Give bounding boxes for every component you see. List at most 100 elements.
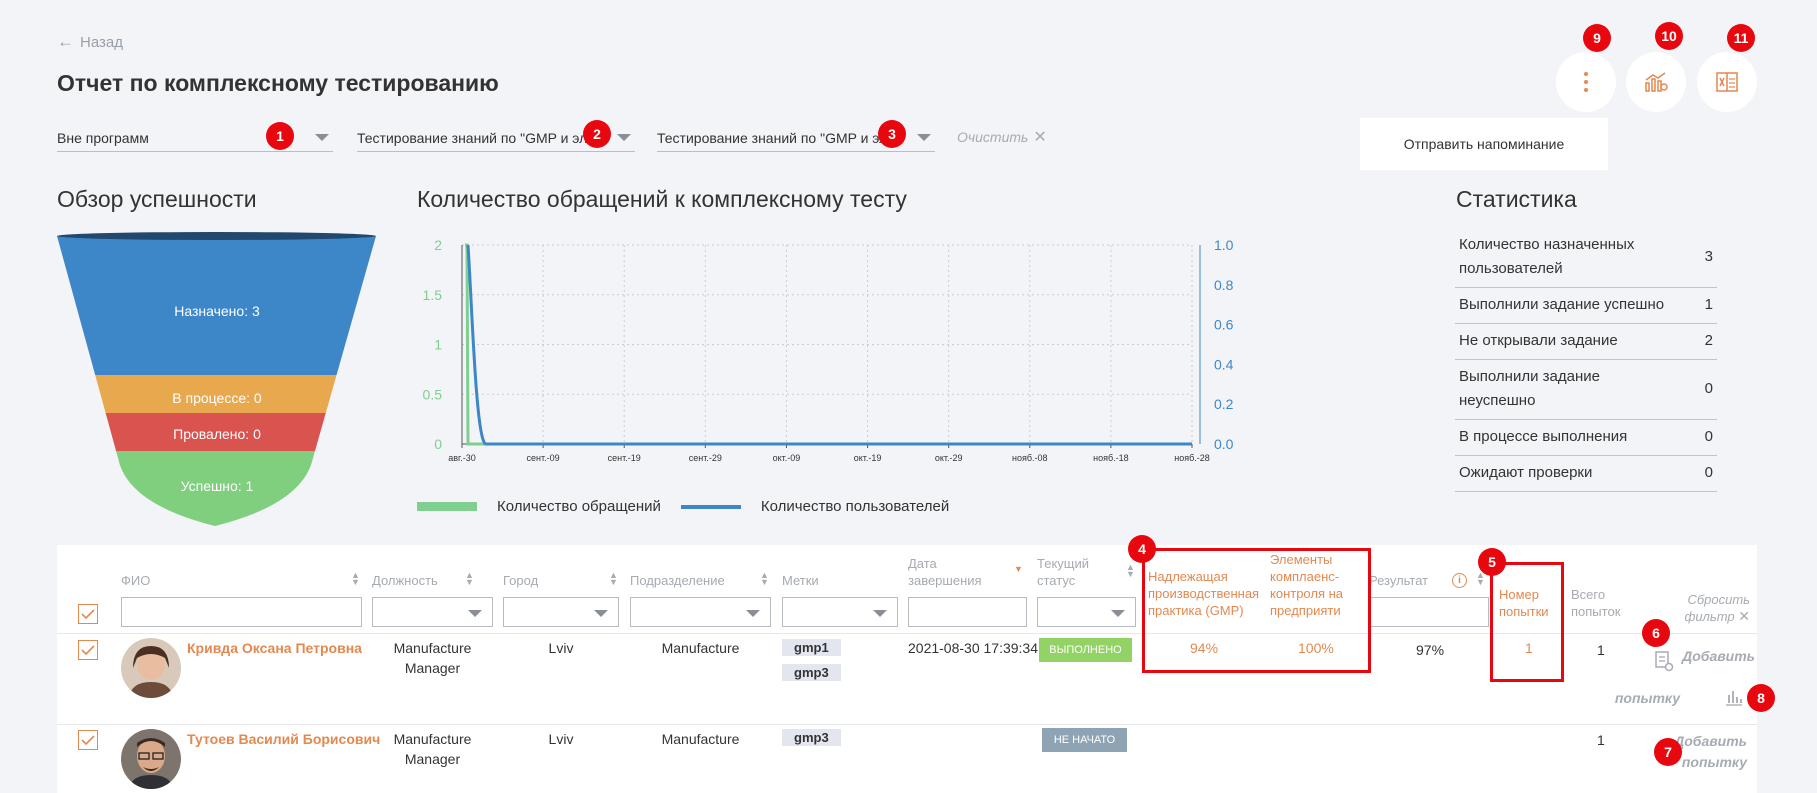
success-funnel: Назначено: 3 В процессе: 0 Провалено: 0 … [57, 232, 376, 526]
tags-filter-select[interactable] [782, 597, 898, 627]
end-date-cell: 2021-08-30 17:39:34 [908, 640, 1038, 656]
department-cell: Manufacture [661, 640, 740, 656]
status-badge: НЕ НАЧАТО [1042, 728, 1127, 752]
funnel-title: Обзор успешности [57, 186, 257, 212]
column-header-result[interactable]: Результат [1369, 572, 1428, 589]
stat-value: 0 [1704, 380, 1713, 397]
chevron-down-icon [315, 134, 329, 141]
row-checkbox[interactable] [78, 730, 98, 750]
header-line: Текущий [1037, 556, 1089, 571]
legend-swatch-users [680, 504, 741, 509]
sort-icon[interactable]: ▲ ▼ [1126, 563, 1135, 579]
sort-icon[interactable]: ▲ ▼ [609, 571, 618, 587]
tag-badge: gmp3 [782, 729, 841, 746]
excel-export-button[interactable] [1697, 52, 1757, 112]
stat-value: 2 [1704, 332, 1713, 349]
chevron-down-icon [1111, 610, 1125, 617]
department-filter-select[interactable] [630, 597, 771, 627]
chevron-down-icon [468, 610, 482, 617]
x-tick-label: сент.-19 [608, 453, 641, 463]
city-filter-select[interactable] [503, 597, 619, 627]
course-filter-value: Тестирование знаний по "GMP и эл [357, 129, 588, 146]
y-right-tick-label: 1.0 [1214, 237, 1234, 253]
annotation-marker: 7 [1654, 738, 1682, 766]
statistics-table: Количество назначенных пользователей 3 Вы… [1455, 228, 1717, 492]
column-header-position[interactable]: Должность [372, 572, 438, 589]
annotation-marker: 1 [266, 122, 294, 150]
column-header-fio[interactable]: ФИО [121, 572, 150, 589]
sort-desc-icon[interactable]: ▼ [1014, 565, 1023, 574]
x-tick-label: окт.-09 [773, 453, 801, 463]
y-left-tick-label: 2 [434, 237, 442, 253]
reset-filter-button[interactable]: Сбросить фильтр ✕ [1670, 591, 1750, 625]
column-header-city[interactable]: Город [503, 572, 538, 589]
stat-row: Выполнили задание успешно 1 [1455, 288, 1717, 324]
stat-value: 0 [1704, 428, 1713, 445]
stat-value: 3 [1704, 248, 1713, 265]
analytics-icon [1645, 72, 1668, 92]
chevron-down-icon [617, 134, 631, 141]
add-attempt-button-line[interactable]: попытку [1600, 688, 1680, 709]
clear-label: Очистить [957, 129, 1029, 145]
y-right-tick-label: 0.2 [1214, 396, 1234, 412]
y-left-tick-label: 1 [434, 337, 442, 353]
sort-icon[interactable]: ▲ ▼ [351, 571, 360, 587]
sort-icon[interactable]: ▲ ▼ [1476, 571, 1485, 587]
x-tick-label: окт.-29 [935, 453, 963, 463]
stat-row: Ожидают проверки 0 [1455, 456, 1717, 492]
annotation-marker: 8 [1747, 684, 1775, 712]
stat-row: Не открывали задание 2 [1455, 324, 1717, 360]
check-icon [81, 609, 95, 619]
stat-row: Выполнили задание неуспешно 0 [1455, 360, 1717, 420]
funnel-label-success: Успешно: 1 [181, 478, 254, 494]
analytics-button[interactable] [1626, 52, 1686, 112]
stat-label: В процессе выполнения [1459, 428, 1628, 445]
stat-label: Выполнили задание успешно [1459, 296, 1665, 313]
end-date-filter-input[interactable] [908, 597, 1027, 627]
back-link[interactable]: ← Назад [57, 32, 123, 52]
tag-badge: gmp1 [782, 639, 841, 656]
position-cell: Manufacture Manager [372, 638, 493, 678]
position-filter-select[interactable] [372, 597, 493, 627]
position-line: Manufacture [393, 640, 472, 656]
column-header-total[interactable]: Всего попыток [1571, 586, 1620, 620]
result-filter-input[interactable] [1369, 597, 1489, 627]
bar-chart-icon[interactable] [1724, 689, 1744, 707]
annotation-marker: 6 [1642, 619, 1670, 647]
select-all-checkbox[interactable] [78, 604, 98, 624]
avatar [121, 638, 181, 698]
sort-icon[interactable]: ▲ ▼ [465, 571, 474, 587]
annotation-marker: 5 [1478, 548, 1506, 576]
y-right-tick-label: 0.6 [1214, 317, 1234, 333]
column-header-status[interactable]: Текущий статус [1037, 555, 1089, 589]
send-reminder-button[interactable]: Отправить напоминание [1360, 118, 1608, 170]
row-divider [57, 724, 1757, 725]
user-name-link[interactable]: Кривда Оксана Петровна [187, 638, 362, 658]
x-tick-label: нояб.-08 [1012, 453, 1048, 463]
close-icon: ✕ [1738, 608, 1750, 624]
stat-label: Ожидают проверки [1459, 464, 1593, 481]
reset-line: Сбросить [1687, 592, 1750, 607]
chevron-down-icon [917, 134, 931, 141]
stat-label: Количество назначенных пользователей [1459, 236, 1635, 277]
fio-filter-input[interactable] [121, 597, 362, 627]
clear-filters-button[interactable]: Очистить ✕ [957, 127, 1047, 147]
sort-icon[interactable]: ▲ ▼ [760, 571, 769, 587]
more-options-button[interactable] [1556, 52, 1616, 112]
add-attempt-button[interactable]: Добавить [1675, 646, 1755, 667]
annotation-marker: 3 [878, 120, 906, 148]
x-tick-label: сент.-29 [689, 453, 722, 463]
row-checkbox[interactable] [78, 640, 98, 660]
user-name-link[interactable]: Тутоев Василий Борисович [187, 729, 380, 749]
status-filter-select[interactable] [1037, 597, 1136, 627]
department-cell: Manufacture [661, 731, 740, 747]
annotation-marker: 4 [1128, 535, 1156, 563]
column-header-department[interactable]: Подразделение [630, 572, 725, 589]
column-header-end-date[interactable]: Дата завершения [908, 555, 982, 589]
info-icon[interactable]: i [1452, 573, 1467, 588]
column-header-tags[interactable]: Метки [782, 572, 819, 589]
header-line: статус [1037, 573, 1076, 588]
attempt-details-icon[interactable] [1653, 650, 1675, 672]
y-right-tick-label: 0.0 [1214, 436, 1234, 452]
x-tick-label: сент.-09 [527, 453, 560, 463]
